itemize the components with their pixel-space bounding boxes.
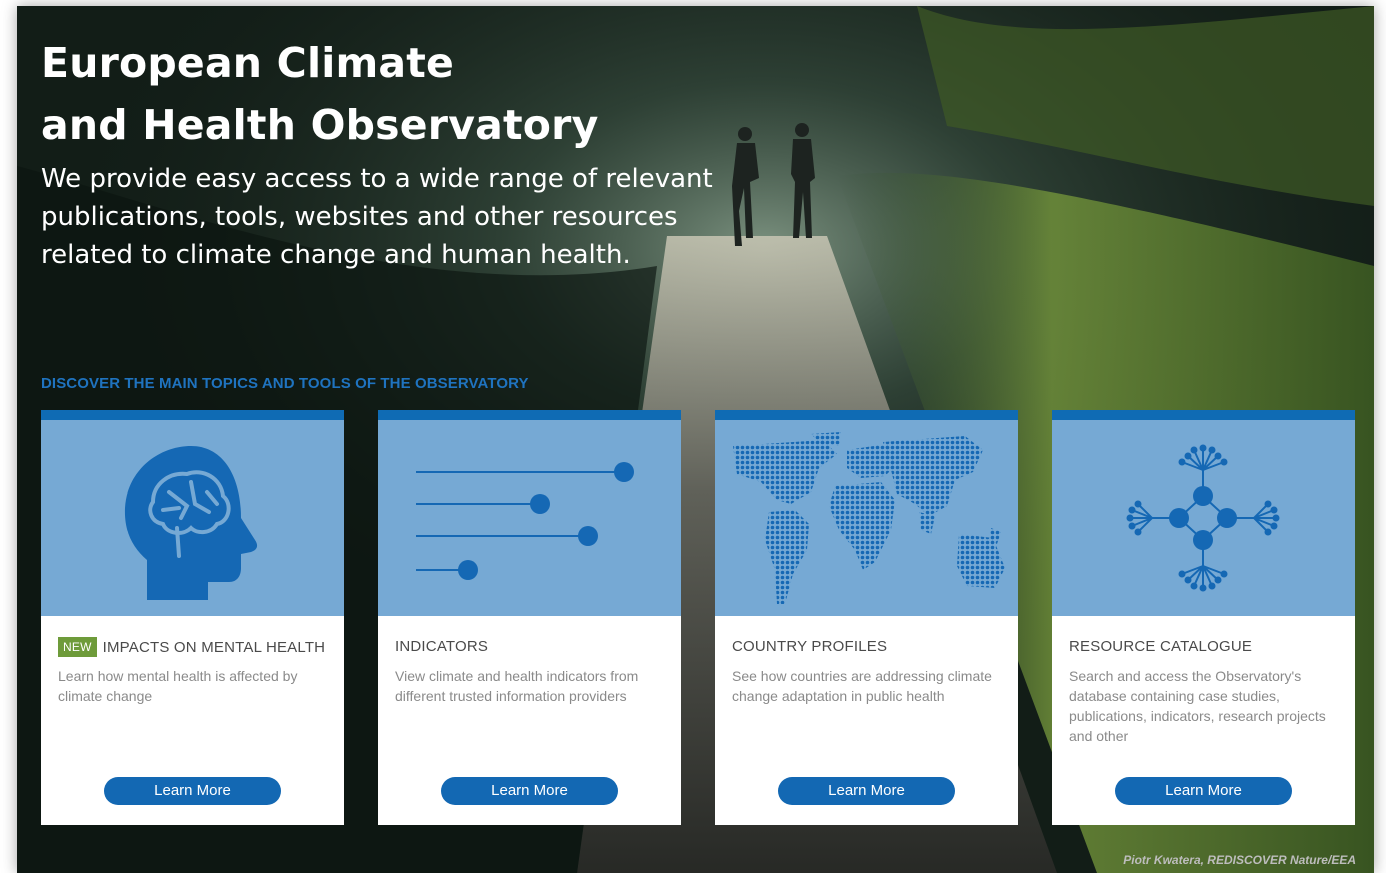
card-title: INDICATORS — [395, 638, 489, 655]
network-nodes-icon — [1126, 444, 1280, 592]
learn-more-button[interactable]: Learn More — [441, 777, 618, 805]
card-illustration — [41, 420, 344, 616]
card-title: NEW IMPACTS ON MENTAL HEALTH — [58, 637, 325, 658]
learn-more-button[interactable]: Learn More — [778, 777, 955, 805]
subtitle-line-2: publications, tools, websites and other … — [41, 202, 678, 232]
card-description: Search and access the Observatory's data… — [1069, 668, 1326, 744]
card-country-profiles[interactable]: COUNTRY PROFILES See how countries are a… — [715, 410, 1018, 825]
card-illustration — [1052, 420, 1355, 616]
new-badge: NEW — [58, 637, 97, 657]
title-line-1: European Climate — [41, 39, 455, 87]
learn-more-button[interactable]: Learn More — [104, 777, 281, 805]
subtitle-line-3: related to climate change and human heal… — [41, 240, 631, 270]
indicator-sliders-icon — [416, 462, 634, 580]
hero-subtitle: We provide easy access to a wide range o… — [41, 160, 741, 274]
hero-section: European Climate and Health Observatory … — [17, 6, 1374, 873]
card-resource-catalogue[interactable]: RESOURCE CATALOGUE Search and access the… — [1052, 410, 1355, 825]
learn-more-button[interactable]: Learn More — [1115, 777, 1292, 805]
card-title-text: IMPACTS ON MENTAL HEALTH — [102, 639, 326, 656]
dotted-world-map-icon — [733, 432, 1005, 604]
subtitle-line-1: We provide easy access to a wide range o… — [41, 164, 713, 194]
card-description: See how countries are addressing climate… — [732, 668, 992, 704]
photo-credit: Piotr Kwatera, REDISCOVER Nature/EEA — [1123, 853, 1356, 867]
card-title: COUNTRY PROFILES — [732, 638, 888, 655]
card-mental-health[interactable]: NEW IMPACTS ON MENTAL HEALTH Learn how me… — [41, 410, 344, 825]
card-topbar — [41, 410, 344, 420]
card-title: RESOURCE CATALOGUE — [1069, 638, 1253, 655]
title-line-2: and Health Observatory — [41, 101, 599, 149]
card-description: Learn how mental health is affected by c… — [58, 668, 298, 704]
card-indicators[interactable]: INDICATORS View climate and health indic… — [378, 410, 681, 825]
discover-heading: DISCOVER THE MAIN TOPICS AND TOOLS OF TH… — [41, 375, 529, 392]
card-illustration — [378, 420, 681, 616]
card-topbar — [378, 410, 681, 420]
page-title: European Climate and Health Observatory — [41, 32, 741, 156]
card-topbar — [1052, 410, 1355, 420]
card-topbar — [715, 410, 1018, 420]
brain-head-icon — [124, 446, 258, 600]
card-description: View climate and health indicators from … — [395, 668, 639, 704]
card-illustration — [715, 420, 1018, 616]
